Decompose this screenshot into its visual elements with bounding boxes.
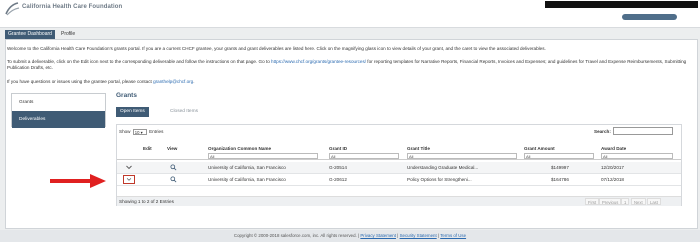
col-grant-id[interactable]: Grant ID	[329, 146, 347, 151]
page-length-select[interactable]: 10 ▾	[132, 129, 147, 135]
terms-of-use-link[interactable]: Terms of Use	[440, 233, 466, 238]
top-bar: California Health Care Foundation	[0, 0, 700, 28]
filter-value: All	[210, 154, 215, 159]
cell-grant-amount: $164786	[551, 177, 569, 182]
filter-value: All	[409, 154, 414, 159]
pager-next[interactable]: Next	[631, 198, 646, 205]
sidebar-item-grants[interactable]: Grants	[12, 94, 105, 111]
tab-grantee-dashboard[interactable]: Grantee Dashboard	[5, 30, 55, 39]
intro-paragraph-3: If you have questions or issues using th…	[7, 79, 687, 85]
grants-table: Show 10 ▾ Entries Search: Edit View Orga…	[116, 124, 682, 206]
intro-text: To submit a deliverable, click on the Ed…	[7, 59, 272, 64]
sidebar: Grants Deliverables	[11, 93, 106, 128]
col-grant-title[interactable]: Grant Title	[407, 146, 430, 151]
granthelp-email-link[interactable]: granthelp@chcf.org	[153, 79, 193, 84]
logo-text: California Health Care Foundation	[22, 4, 123, 10]
pager-previous[interactable]: Previous	[599, 198, 622, 205]
tab-open-items[interactable]: Open Items	[116, 107, 149, 117]
grants-title: Grants	[116, 92, 137, 99]
intro-paragraph-2: To submit a deliverable, click on the Ed…	[7, 59, 687, 71]
search-input[interactable]	[613, 127, 673, 135]
copyright-text: Copyright © 2000-2018 salesforce.com, in…	[233, 233, 357, 238]
cell-organization: University of California, San Francisco	[208, 177, 286, 182]
table-header: Edit View Organization Common Name Grant…	[117, 145, 681, 160]
intro-text: If you have questions or issues using th…	[7, 79, 154, 84]
user-button[interactable]	[622, 14, 677, 20]
tab-profile[interactable]: Profile	[58, 30, 78, 39]
filter-value: All	[331, 154, 336, 159]
search-label: Search:	[594, 129, 611, 134]
col-organization[interactable]: Organization Common Name	[208, 146, 271, 151]
cell-organization: University of California, San Francisco	[208, 165, 286, 170]
magnifying-glass-icon[interactable]	[170, 164, 177, 171]
filter-grant-title[interactable]: All	[407, 153, 517, 159]
cell-grant-id: G-20612	[329, 177, 347, 182]
pager-first[interactable]: First	[585, 198, 600, 205]
page-length-control: Show 10 ▾ Entries	[119, 129, 163, 135]
chevron-down-icon[interactable]	[123, 163, 135, 172]
showing-entries-text: Showing 1 to 2 of 2 Entries	[119, 199, 174, 204]
page-footer: Copyright © 2000-2018 salesforce.com, in…	[0, 230, 700, 242]
chcf-logo-icon	[5, 2, 20, 16]
col-grant-amount[interactable]: Grant Amount	[524, 146, 555, 151]
filter-value: All	[526, 154, 531, 159]
table-row: University of California, San Francisco …	[117, 162, 681, 174]
filter-value: All	[603, 154, 608, 159]
red-arrow-annotation	[50, 174, 106, 188]
user-menu-redacted[interactable]	[545, 1, 698, 8]
cell-grant-id: G-20514	[329, 165, 347, 170]
entries-label: Entries	[149, 129, 164, 135]
sidebar-item-deliverables[interactable]: Deliverables	[12, 111, 105, 128]
col-view: View	[167, 146, 178, 151]
intro-paragraph-1: Welcome to the California Health Care Fo…	[7, 46, 546, 51]
show-label: Show	[119, 129, 131, 135]
filter-grant-amount[interactable]: All	[524, 153, 594, 159]
cell-grant-amount: $149997	[551, 165, 569, 170]
tab-closed-items[interactable]: Closed Items	[166, 107, 202, 117]
cell-award-date: 07/12/2018	[601, 177, 624, 182]
intro-text: .	[193, 79, 195, 84]
filter-grant-id[interactable]: All	[329, 153, 399, 159]
filter-award-date[interactable]: All	[601, 153, 673, 159]
cell-grant-title: Understanding Graduate Medical...	[407, 165, 479, 170]
pager-last[interactable]: Last	[647, 198, 661, 205]
grantee-resources-link[interactable]: https://www.chcf.org/grants/grantee-reso…	[271, 59, 366, 64]
privacy-statement-link[interactable]: Privacy Statement	[360, 233, 396, 238]
chevron-down-icon[interactable]	[123, 175, 135, 184]
table-row: University of California, San Francisco …	[117, 174, 681, 186]
col-edit: Edit	[143, 146, 152, 151]
magnifying-glass-icon[interactable]	[170, 176, 177, 183]
security-statement-link[interactable]: Security Statement	[400, 233, 437, 238]
table-footer: Showing 1 to 2 of 2 Entries First Previo…	[117, 196, 681, 206]
col-award-date[interactable]: Award Date	[601, 146, 626, 151]
cell-award-date: 12/20/2017	[601, 165, 624, 170]
filter-organization[interactable]: All	[208, 153, 318, 159]
cell-grant-title: Policy Options for Strengtheni...	[407, 177, 472, 182]
page-length-value: 10	[134, 130, 140, 135]
pager-page-1[interactable]: 1	[621, 198, 630, 205]
